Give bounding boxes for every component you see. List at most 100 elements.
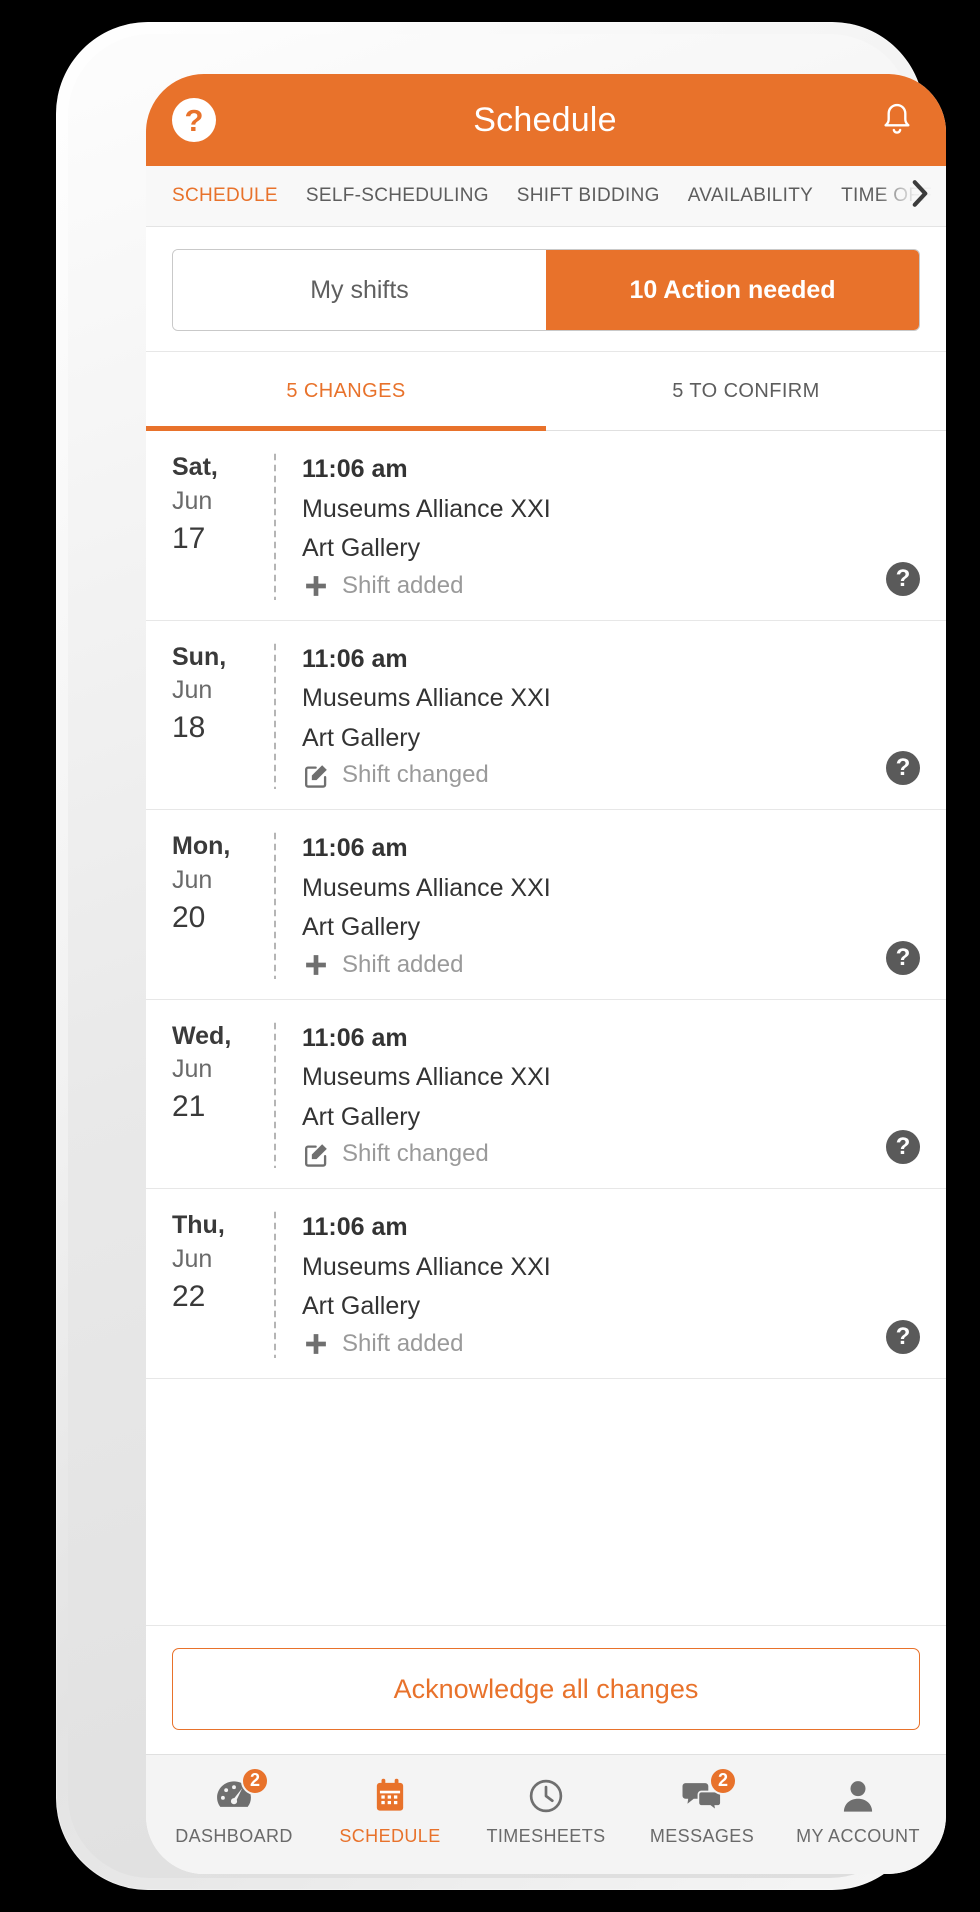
row-help-icon[interactable]: ? (886, 940, 920, 975)
row-location: Art Gallery (302, 723, 421, 752)
app-screen: ? Schedule SCHEDULE SELF-SCHEDULING SHIF… (146, 74, 946, 1874)
row-location: Art Gallery (302, 534, 421, 562)
chevron-right-icon[interactable] (908, 179, 932, 214)
segment-action-needed[interactable]: 10 Action needed (546, 250, 919, 330)
row-status: Shift changed (302, 1140, 920, 1168)
nav-item-dashboard[interactable]: 2 DASHBOARD (156, 1766, 312, 1847)
nav-label-messages: MESSAGES (649, 1825, 755, 1846)
row-day-of-week: Sun, (172, 642, 227, 671)
question-mark-circle-icon[interactable]: ? (172, 98, 216, 142)
plus-icon (302, 572, 330, 600)
row-help-icon[interactable]: ? (886, 561, 920, 596)
acknowledge-all-changes-button[interactable]: Acknowledge all changes (172, 1648, 920, 1730)
shift-changes-list: Sat, Jun 17 11:06 am Museums Alliance XX… (146, 431, 946, 1625)
table-row[interactable]: Sat, Jun 17 11:06 am Museums Alliance XX… (146, 431, 946, 621)
row-shift-time: 11:06 am (302, 1023, 408, 1052)
row-day-number: 17 (172, 521, 206, 555)
page-title: Schedule (473, 100, 617, 139)
notification-bell-icon[interactable] (874, 97, 920, 143)
plus-icon (302, 951, 330, 979)
row-details: 11:06 am Museums Alliance XXI Art Galler… (302, 641, 920, 790)
table-row[interactable]: Wed, Jun 21 11:06 am Museums Alliance XX… (146, 1000, 946, 1189)
row-shift-time: 11:06 am (302, 834, 408, 862)
row-status: Shift added (302, 572, 920, 600)
row-day-number: 18 (172, 711, 206, 744)
row-status-label: Shift added (342, 950, 464, 978)
clock-icon (523, 1775, 569, 1817)
row-help-glyph: ? (895, 943, 911, 971)
top-tab-list: SCHEDULE SELF-SCHEDULING SHIFT BIDDING A… (146, 166, 946, 226)
row-day-number: 21 (172, 1090, 206, 1123)
sub-tab-bar: 5 CHANGES 5 TO CONFIRM (146, 352, 946, 431)
person-icon (835, 1775, 881, 1817)
row-status-label: Shift changed (342, 761, 489, 788)
messages-badge: 2 (709, 1766, 737, 1795)
row-status-label: Shift added (342, 1329, 464, 1357)
row-details: 11:06 am Museums Alliance XXI Art Galler… (302, 1020, 920, 1169)
help-icon-glyph: ? (184, 102, 204, 138)
shifts-segmented-control: My shifts 10 Action needed (172, 249, 920, 331)
row-help-icon[interactable]: ? (886, 1130, 920, 1164)
row-details: 11:06 am Museums Alliance XXI Art Galler… (302, 1209, 920, 1358)
phone-frame: ? Schedule SCHEDULE SELF-SCHEDULING SHIF… (56, 22, 946, 1890)
table-row[interactable]: Sun, Jun 18 11:06 am Museums Alliance XX… (146, 621, 946, 810)
row-month: Jun (172, 1055, 213, 1084)
sub-tab-changes[interactable]: 5 CHANGES (146, 352, 546, 431)
row-date-block: Mon, Jun 20 (146, 830, 274, 979)
nav-label-dashboard: DASHBOARD (175, 1825, 293, 1846)
segment-my-shifts[interactable]: My shifts (173, 250, 546, 330)
row-dotted-divider (274, 640, 276, 789)
row-help-glyph: ? (895, 1133, 911, 1160)
row-organisation: Museums Alliance XXI (302, 1063, 551, 1091)
row-organisation: Museums Alliance XXI (302, 494, 551, 523)
row-help-icon[interactable]: ? (886, 1319, 920, 1354)
table-row[interactable]: Mon, Jun 20 11:06 am Museums Alliance XX… (146, 810, 946, 1000)
edit-pencil-icon (302, 1140, 330, 1168)
top-tab-schedule[interactable]: SCHEDULE (172, 185, 278, 207)
row-details: 11:06 am Museums Alliance XXI Art Galler… (302, 830, 920, 979)
row-location: Art Gallery (302, 1292, 421, 1320)
sub-tab-to-confirm[interactable]: 5 TO CONFIRM (546, 352, 946, 430)
row-organisation: Museums Alliance XXI (302, 684, 551, 712)
top-tab-bar[interactable]: SCHEDULE SELF-SCHEDULING SHIFT BIDDING A… (146, 166, 946, 227)
row-day-number: 22 (172, 1279, 206, 1313)
row-day-of-week: Thu, (172, 1211, 225, 1239)
nav-item-my-account[interactable]: MY ACCOUNT (780, 1775, 936, 1847)
nav-label-my-account: MY ACCOUNT (796, 1825, 920, 1846)
top-tab-availability[interactable]: AVAILABILITY (688, 185, 813, 207)
nav-item-timesheets[interactable]: TIMESHEETS (468, 1775, 624, 1847)
row-date-block: Wed, Jun 21 (146, 1020, 274, 1169)
row-dotted-divider (274, 451, 276, 600)
row-shift-time: 11:06 am (302, 455, 408, 483)
row-date-block: Thu, Jun 22 (146, 1209, 274, 1358)
row-status-label: Shift added (342, 571, 464, 599)
nav-label-schedule: SCHEDULE (339, 1825, 441, 1846)
row-help-glyph: ? (895, 754, 911, 781)
app-header: ? Schedule (146, 74, 946, 166)
nav-item-schedule[interactable]: SCHEDULE (312, 1775, 468, 1847)
row-status: Shift changed (302, 761, 920, 789)
row-dotted-divider (274, 1209, 276, 1358)
table-row[interactable]: Thu, Jun 22 11:06 am Museums Alliance XX… (146, 1189, 946, 1379)
row-month: Jun (172, 486, 213, 515)
dashboard-badge: 2 (241, 1766, 269, 1795)
row-day-of-week: Sat, (172, 453, 218, 481)
bottom-navigation-bar: 2 DASHBOARD SCHEDULE TIMESHEETS 2 MESSAG… (146, 1754, 946, 1874)
row-details: 11:06 am Museums Alliance XXI Art Galler… (302, 451, 920, 600)
row-location: Art Gallery (302, 1102, 421, 1131)
row-help-icon[interactable]: ? (886, 751, 920, 785)
shifts-segment-area: My shifts 10 Action needed (146, 227, 946, 352)
top-tab-self-scheduling[interactable]: SELF-SCHEDULING (306, 185, 489, 207)
row-day-number: 20 (172, 900, 206, 934)
top-tab-shift-bidding[interactable]: SHIFT BIDDING (517, 185, 660, 207)
row-status-label: Shift changed (342, 1140, 489, 1167)
row-month: Jun (172, 1244, 213, 1273)
row-date-block: Sat, Jun 17 (146, 451, 274, 600)
row-status: Shift added (302, 1330, 920, 1358)
calendar-icon (367, 1775, 413, 1817)
row-dotted-divider (274, 830, 276, 979)
nav-item-messages[interactable]: 2 MESSAGES (624, 1766, 780, 1847)
gauge-icon: 2 (211, 1766, 269, 1817)
row-dotted-divider (274, 1019, 276, 1168)
chat-bubbles-icon: 2 (679, 1766, 737, 1817)
